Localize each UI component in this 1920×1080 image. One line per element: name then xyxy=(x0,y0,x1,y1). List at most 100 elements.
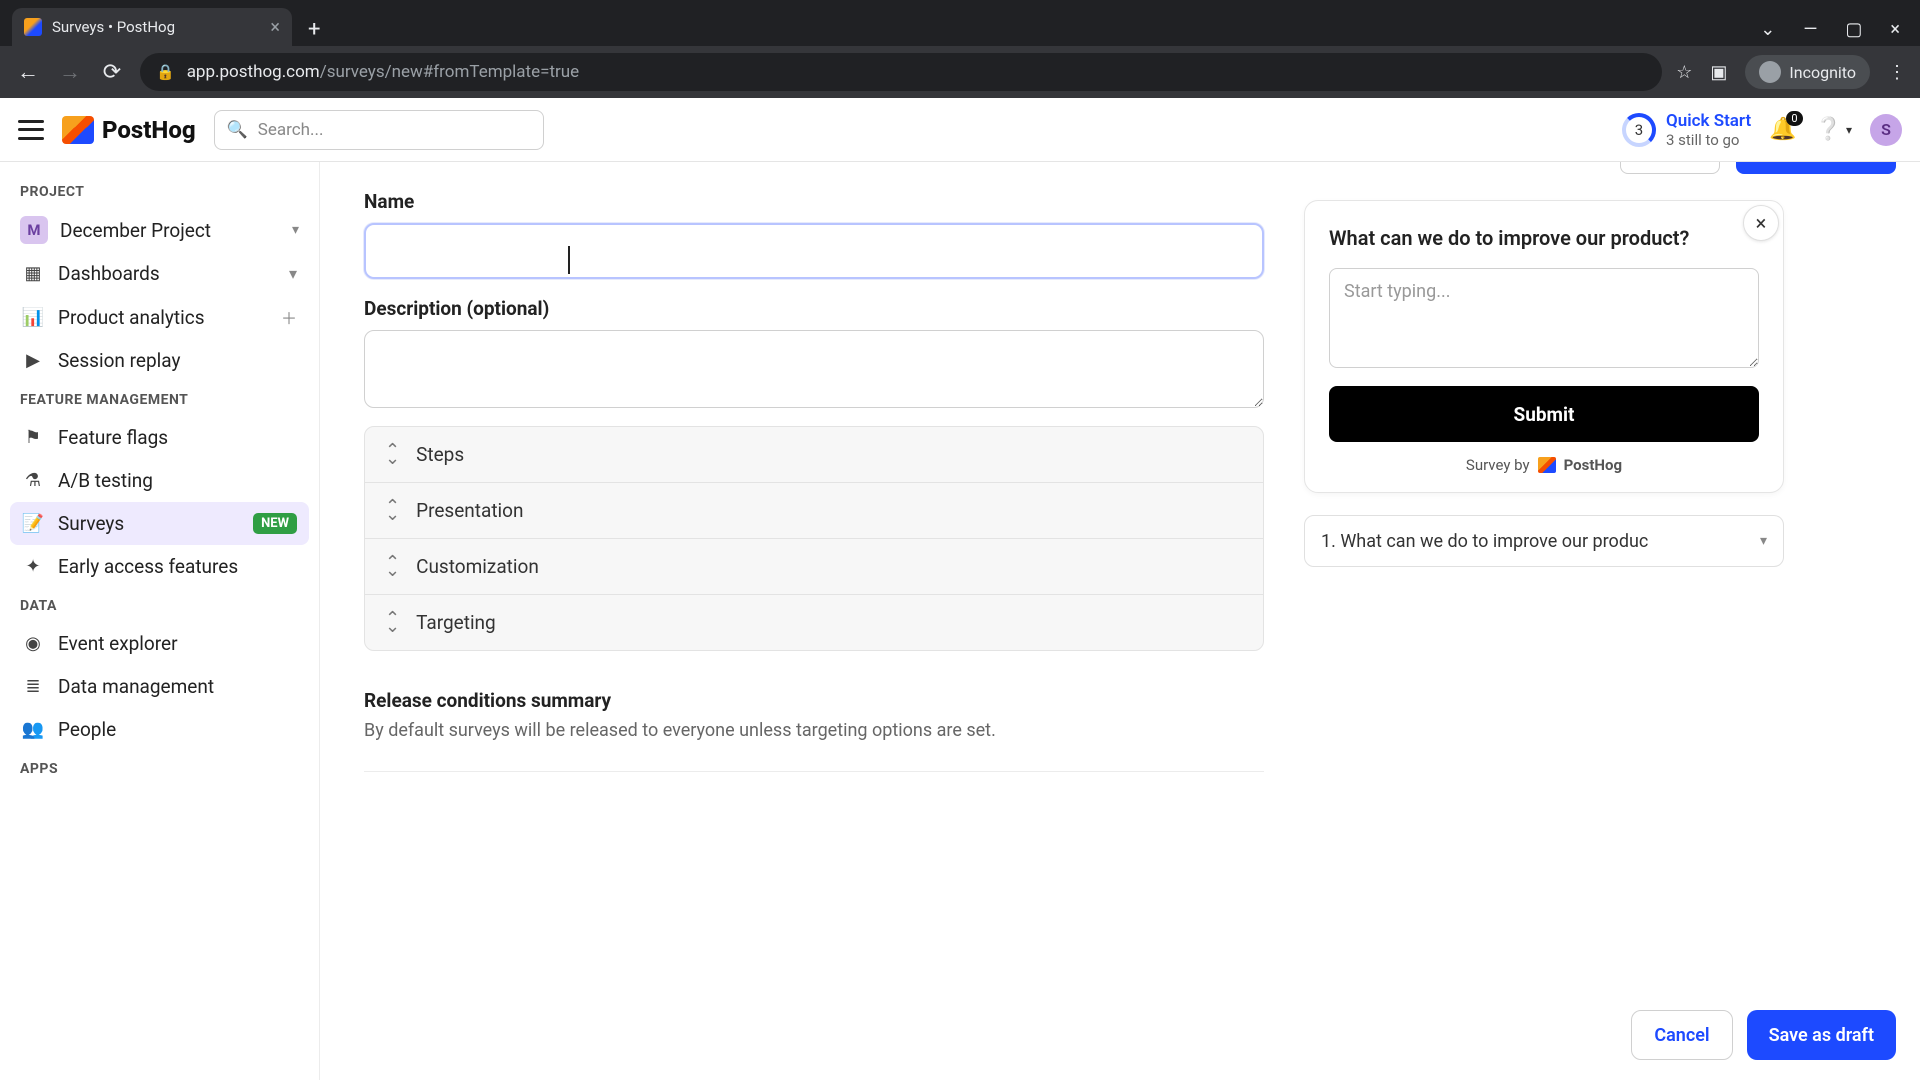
description-input[interactable] xyxy=(364,330,1264,408)
extensions-icon[interactable]: ▣ xyxy=(1710,62,1727,83)
cancel-button[interactable]: Cancel xyxy=(1631,1010,1732,1060)
sidebar-item-ab-testing[interactable]: ⚗ A/B testing xyxy=(10,459,309,502)
sidebar-item-label: Feature flags xyxy=(58,426,168,449)
browser-tab[interactable]: Surveys • PostHog × xyxy=(12,8,292,46)
release-title: Release conditions summary xyxy=(364,689,1264,712)
sidebar-item-dashboards[interactable]: ▦ Dashboards ▾ xyxy=(10,252,309,295)
flag-icon: ⚑ xyxy=(22,427,44,448)
new-tab-button[interactable]: + xyxy=(300,17,328,46)
incognito-icon xyxy=(1759,61,1781,83)
sidebar-item-session-replay[interactable]: ▶ Session replay xyxy=(10,339,309,382)
chevron-down-icon: ▾ xyxy=(1760,533,1767,549)
question-selector[interactable]: 1. What can we do to improve our produc … xyxy=(1304,515,1784,567)
sidebar-item-event-explorer[interactable]: ◉ Event explorer xyxy=(10,622,309,665)
help-button[interactable]: ❔ ▾ xyxy=(1815,117,1852,142)
chevron-down-icon[interactable]: ▾ xyxy=(289,264,297,283)
browser-tab-strip: Surveys • PostHog × + ⌄ — ▢ × xyxy=(0,0,1920,46)
search-input[interactable]: 🔍 Search... xyxy=(214,110,544,150)
survey-accordion: ⌃⌄ Steps ⌃⌄ Presentation ⌃⌄ Customizatio… xyxy=(364,426,1264,651)
url-host: app.posthog.com xyxy=(187,62,320,82)
sidebar-item-label: A/B testing xyxy=(58,469,153,492)
minimize-icon[interactable]: — xyxy=(1803,19,1817,40)
survey-submit-button[interactable]: Submit xyxy=(1329,386,1759,442)
survey-icon: 📝 xyxy=(22,513,44,534)
header-primary-button-cutoff[interactable] xyxy=(1736,162,1896,174)
project-name: December Project xyxy=(60,219,280,242)
sidebar-item-people[interactable]: 👥 People xyxy=(10,708,309,751)
chevron-down-icon: ▾ xyxy=(292,222,299,238)
forward-button[interactable]: → xyxy=(56,58,84,86)
description-label: Description (optional) xyxy=(364,297,1264,320)
logo-text: PostHog xyxy=(102,116,196,144)
dashboards-icon: ▦ xyxy=(22,263,44,284)
sidebar-item-label: Data management xyxy=(58,675,214,698)
back-button[interactable]: ← xyxy=(14,58,42,86)
header-button-cutoff[interactable] xyxy=(1620,162,1720,174)
chevron-down-icon[interactable]: ⌄ xyxy=(1760,19,1775,40)
window-controls: ⌄ — ▢ × xyxy=(1760,19,1908,46)
accordion-label: Targeting xyxy=(416,611,496,634)
logo-mark-icon xyxy=(62,116,94,144)
sidebar-item-label: Session replay xyxy=(58,349,180,372)
url-input[interactable]: 🔒 app.posthog.com/surveys/new#fromTempla… xyxy=(140,53,1662,91)
accordion-label: Steps xyxy=(416,443,464,466)
bookmark-icon[interactable]: ☆ xyxy=(1676,62,1692,83)
sidebar-item-data-management[interactable]: ≣ Data management xyxy=(10,665,309,708)
sidebar-item-label: Event explorer xyxy=(58,632,178,655)
accordion-label: Customization xyxy=(416,555,539,578)
accordion-customization[interactable]: ⌃⌄ Customization xyxy=(365,539,1263,595)
expand-icon: ⌃⌄ xyxy=(385,559,400,575)
brand-prefix: Survey by xyxy=(1466,456,1530,474)
survey-close-button[interactable]: × xyxy=(1743,205,1779,241)
sidebar[interactable]: PROJECT M December Project ▾ ▦ Dashboard… xyxy=(0,162,320,1080)
accordion-targeting[interactable]: ⌃⌄ Targeting xyxy=(365,595,1263,650)
expand-icon: ⌃⌄ xyxy=(385,447,400,463)
survey-preview-column: × What can we do to improve our product?… xyxy=(1304,172,1784,1050)
tab-close-icon[interactable]: × xyxy=(270,17,280,38)
section-label-data: DATA xyxy=(10,588,309,622)
notification-count: 0 xyxy=(1786,111,1802,126)
accordion-presentation[interactable]: ⌃⌄ Presentation xyxy=(365,483,1263,539)
quick-start-progress-icon: 3 xyxy=(1622,113,1656,147)
search-placeholder: Search... xyxy=(258,120,324,140)
posthog-logo[interactable]: PostHog xyxy=(62,116,196,144)
sidebar-item-product-analytics[interactable]: 📊 Product analytics ＋ xyxy=(10,295,309,339)
project-badge: M xyxy=(20,216,48,244)
incognito-indicator[interactable]: Incognito xyxy=(1745,55,1870,89)
close-window-icon[interactable]: × xyxy=(1890,19,1900,40)
project-selector[interactable]: M December Project ▾ xyxy=(10,208,309,252)
release-text: By default surveys will be released to e… xyxy=(364,720,1264,741)
sidebar-item-surveys[interactable]: 📝 Surveys NEW xyxy=(10,502,309,545)
sidebar-item-label: People xyxy=(58,718,116,741)
plus-icon[interactable]: ＋ xyxy=(281,305,297,329)
browser-menu-icon[interactable]: ⋮ xyxy=(1888,62,1906,83)
reload-button[interactable]: ⟳ xyxy=(98,58,126,86)
name-input[interactable] xyxy=(364,223,1264,279)
analytics-icon: 📊 xyxy=(22,307,44,328)
text-cursor xyxy=(568,246,570,274)
accordion-steps[interactable]: ⌃⌄ Steps xyxy=(365,427,1263,483)
section-label-feature: FEATURE MANAGEMENT xyxy=(10,382,309,416)
maximize-icon[interactable]: ▢ xyxy=(1845,19,1862,40)
survey-answer-input[interactable] xyxy=(1329,268,1759,368)
sidebar-item-feature-flags[interactable]: ⚑ Feature flags xyxy=(10,416,309,459)
question-selector-label: 1. What can we do to improve our produc xyxy=(1321,531,1648,552)
quick-start-title: Quick Start xyxy=(1666,111,1751,131)
sidebar-item-label: Early access features xyxy=(58,555,238,578)
user-avatar[interactable]: S xyxy=(1870,114,1902,146)
expand-icon: ⌃⌄ xyxy=(385,503,400,519)
chevron-down-icon: ▾ xyxy=(1846,123,1852,137)
save-draft-button[interactable]: Save as draft xyxy=(1747,1010,1896,1060)
main-content: Name Description (optional) ⌃⌄ Steps ⌃⌄ … xyxy=(320,162,1920,1080)
notifications-button[interactable]: 🔔 0 xyxy=(1769,117,1796,142)
sidebar-item-early-access[interactable]: ✦ Early access features xyxy=(10,545,309,588)
new-badge: NEW xyxy=(253,513,297,534)
browser-address-bar: ← → ⟳ 🔒 app.posthog.com/surveys/new#from… xyxy=(0,46,1920,98)
quick-start-button[interactable]: 3 Quick Start 3 still to go xyxy=(1622,111,1751,149)
survey-question: What can we do to improve our product? xyxy=(1329,225,1759,252)
hamburger-menu-icon[interactable] xyxy=(18,120,44,140)
app-top-nav: PostHog 🔍 Search... 3 Quick Start 3 stil… xyxy=(0,98,1920,162)
incognito-label: Incognito xyxy=(1789,63,1856,82)
sidebar-item-label: Product analytics xyxy=(58,306,205,329)
flask-icon: ⚗ xyxy=(22,470,44,491)
